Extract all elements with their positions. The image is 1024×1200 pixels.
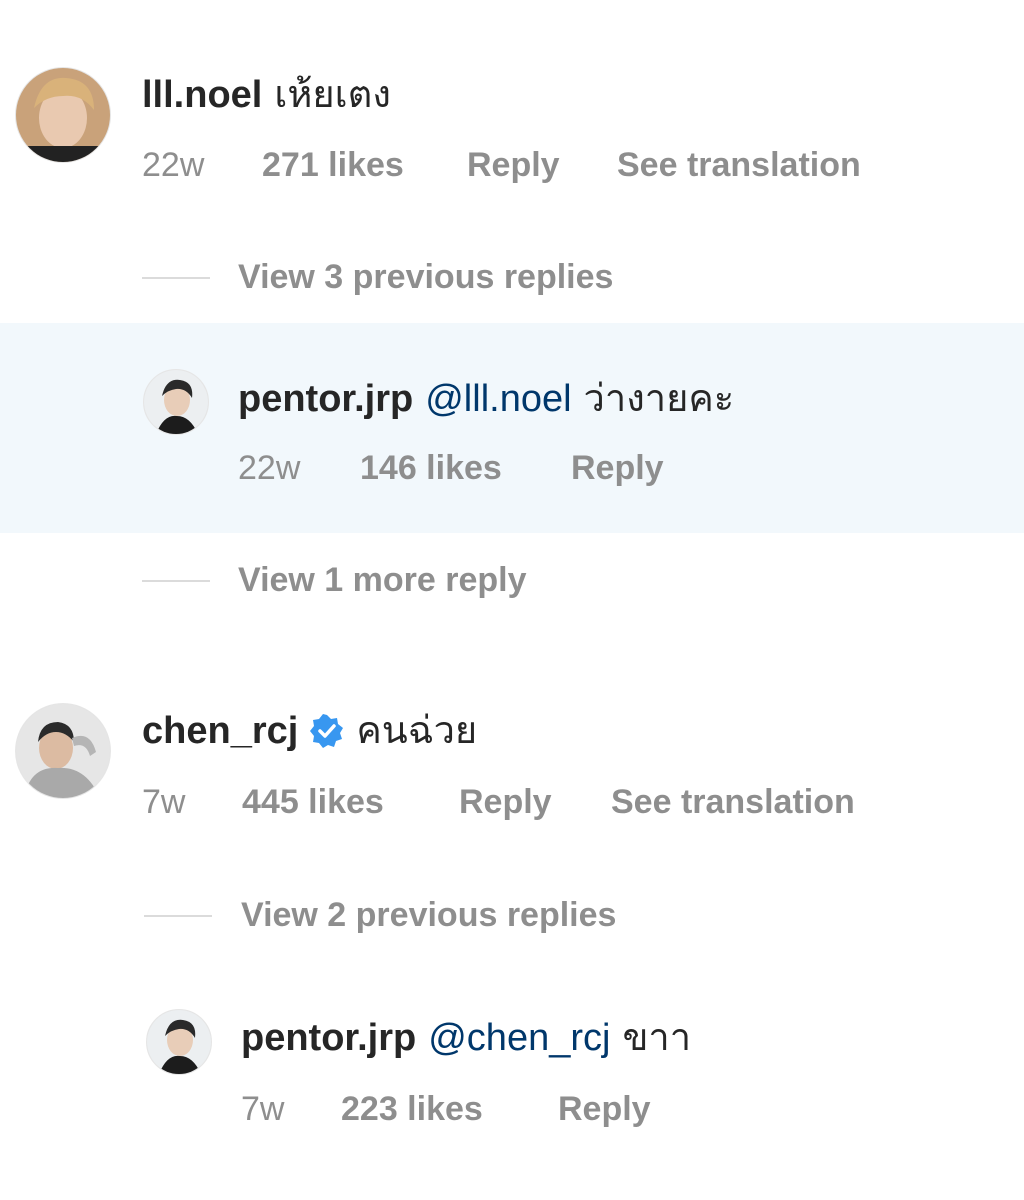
replies-divider	[142, 580, 210, 582]
view-previous-replies-button[interactable]: View 3 previous replies	[238, 257, 613, 297]
avatar-image	[144, 370, 208, 434]
see-translation-button[interactable]: See translation	[611, 782, 855, 822]
likes-count[interactable]: 146 likes	[360, 448, 502, 488]
view-previous-replies-button[interactable]: View 2 previous replies	[241, 895, 616, 935]
avatar-pentor-jrp[interactable]	[146, 1009, 212, 1075]
timestamp: 7w	[241, 1090, 285, 1128]
reply-button[interactable]: Reply	[571, 448, 664, 488]
reply-meta: 7w 223 likes Reply	[241, 1089, 941, 1129]
avatar-image	[16, 68, 110, 162]
replies-divider	[144, 915, 212, 917]
reply-button[interactable]: Reply	[467, 145, 560, 185]
verified-badge-icon	[310, 714, 344, 748]
mention-link[interactable]: @chen_rcj	[428, 1016, 610, 1060]
reply-text: ขาา	[622, 1017, 692, 1059]
replies-divider	[142, 277, 210, 279]
comment-text: เห้ยเตง	[274, 74, 391, 116]
comment-line: lll.noel เห้ยเตง	[142, 73, 391, 117]
avatar-chen-rcj[interactable]	[15, 703, 111, 799]
avatar-image	[147, 1010, 211, 1074]
avatar-pentor-jrp[interactable]	[143, 369, 209, 435]
highlighted-reply-background	[0, 323, 1024, 533]
likes-count[interactable]: 223 likes	[341, 1089, 483, 1129]
timestamp: 22w	[238, 449, 301, 487]
see-translation-button[interactable]: See translation	[617, 145, 861, 185]
username[interactable]: pentor.jrp	[238, 377, 413, 421]
timestamp: 22w	[142, 146, 205, 184]
reply-button[interactable]: Reply	[558, 1089, 651, 1129]
comment-line: chen_rcj คนฉ่วย	[142, 709, 477, 753]
timestamp: 7w	[142, 783, 186, 821]
likes-count[interactable]: 271 likes	[262, 145, 404, 185]
username[interactable]: pentor.jrp	[241, 1016, 416, 1060]
reply-line: pentor.jrp @lll.noel ว่างายคะ	[238, 377, 734, 421]
comment-meta: 22w 271 likes Reply See translation	[142, 145, 1002, 185]
view-more-reply-button[interactable]: View 1 more reply	[238, 560, 527, 600]
reply-text: ว่างายคะ	[583, 378, 735, 420]
comment-text: คนฉ่วย	[356, 710, 478, 752]
reply-meta: 22w 146 likes Reply	[238, 448, 938, 488]
username[interactable]: lll.noel	[142, 73, 262, 117]
likes-count[interactable]: 445 likes	[242, 782, 384, 822]
avatar-image	[16, 704, 110, 798]
mention-link[interactable]: @lll.noel	[425, 377, 571, 421]
reply-button[interactable]: Reply	[459, 782, 552, 822]
comment-meta: 7w 445 likes Reply See translation	[142, 782, 1002, 822]
reply-line: pentor.jrp @chen_rcj ขาา	[241, 1016, 691, 1060]
username[interactable]: chen_rcj	[142, 709, 298, 753]
avatar-lll-noel[interactable]	[15, 67, 111, 163]
